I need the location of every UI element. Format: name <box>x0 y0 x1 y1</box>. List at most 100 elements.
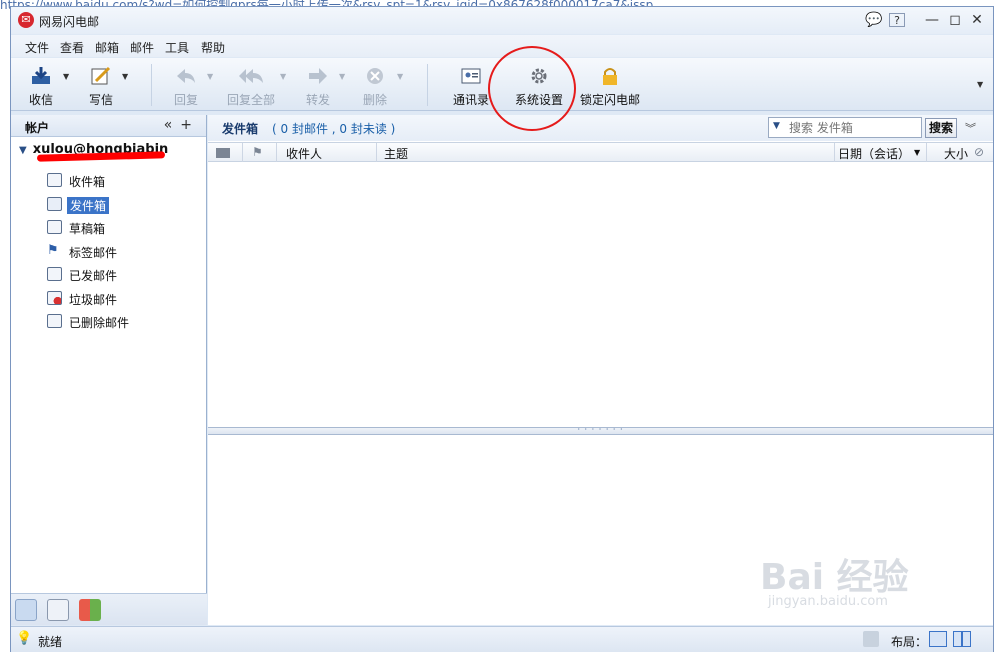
contacts-icon <box>461 68 481 84</box>
column-size[interactable]: 大小 <box>944 145 968 162</box>
sidebar-item-spam[interactable]: 垃圾邮件 <box>47 289 197 309</box>
date-sort-icon[interactable]: ▼ <box>914 148 920 157</box>
drafts-icon <box>47 220 62 234</box>
collapse-icon[interactable]: « <box>164 117 181 133</box>
column-header: ⚑ 收件人 主题 日期（会话） ▼ 大小 ⊘ <box>208 142 993 162</box>
layout-horizontal-icon[interactable] <box>929 631 947 647</box>
notification-icon[interactable]: 💬 <box>863 11 885 29</box>
reply-all-dropdown-icon[interactable]: ▼ <box>280 72 286 81</box>
title-bar: ✉ 网易闪电邮 💬 ? — ◻ ✕ <box>11 7 993 34</box>
delete-button[interactable]: 删除 <box>355 58 395 111</box>
folder-label: 草稿箱 <box>69 222 106 236</box>
sidebar-item-drafts[interactable]: 草稿箱 <box>47 218 197 238</box>
lightbulb-icon: 💡 <box>16 631 33 646</box>
folder-title: 发件箱 <box>222 122 259 136</box>
upload-icon[interactable] <box>863 631 879 647</box>
sidebar-item-sent[interactable]: 已发邮件 <box>47 265 197 285</box>
flag-column-icon[interactable]: ⚑ <box>252 145 263 159</box>
account-sidebar: 帐户 «+ ▼ xulou@hongbjabin 收件箱 发件箱 草稿箱 ⚑ 标签… <box>11 115 207 625</box>
compose-button[interactable]: 写信 <box>81 58 121 111</box>
inbox-icon <box>47 173 62 187</box>
folder-header: 发件箱 ( 0 封邮件 , 0 封未读 ) ▼ 搜索 ︾ <box>208 115 993 141</box>
column-options-icon[interactable]: ⊘ <box>974 145 984 159</box>
reply-all-label: 回复全部 <box>226 93 275 107</box>
column-divider <box>276 143 277 162</box>
sidebar-title: 帐户 <box>25 121 50 135</box>
contacts-button[interactable]: 通讯录 <box>451 58 491 111</box>
delete-dropdown-icon[interactable]: ▼ <box>397 72 403 81</box>
compose-label: 写信 <box>88 93 113 107</box>
column-divider <box>834 143 835 162</box>
reply-all-button[interactable]: 回复全部 <box>223 58 279 111</box>
minimize-button[interactable]: — <box>921 11 943 29</box>
maximize-button[interactable]: ◻ <box>944 11 966 29</box>
reply-all-icon <box>239 69 263 83</box>
compose-icon <box>91 66 111 85</box>
delete-icon <box>367 68 383 84</box>
folder-label: 发件箱 <box>67 197 110 214</box>
status-bar: 💡 就绪 布局： <box>11 626 993 652</box>
sidebar-item-flagged[interactable]: ⚑ 标签邮件 <box>47 242 197 262</box>
search-input[interactable] <box>787 119 917 136</box>
pane-splitter[interactable]: · · · · · · · <box>208 426 993 435</box>
reply-dropdown-icon[interactable]: ▼ <box>207 72 213 81</box>
folder-label: 已删除邮件 <box>69 316 130 330</box>
sidebar-item-trash[interactable]: 已删除邮件 <box>47 312 197 332</box>
menu-mailbox[interactable]: 邮箱 <box>95 39 119 56</box>
spam-icon <box>47 291 62 305</box>
reply-label: 回复 <box>173 93 198 107</box>
compose-dropdown-icon[interactable]: ▼ <box>122 72 128 81</box>
read-status-column-icon[interactable] <box>216 148 230 158</box>
menu-tools[interactable]: 工具 <box>165 39 189 56</box>
menu-file[interactable]: 文件 <box>25 39 49 56</box>
help-icon[interactable]: ? <box>889 13 905 27</box>
column-subject[interactable]: 主题 <box>384 145 408 162</box>
forward-icon <box>309 68 327 84</box>
search-button[interactable]: 搜索 <box>925 118 957 138</box>
sidebar-header: 帐户 «+ <box>11 115 206 137</box>
search-box[interactable]: ▼ <box>768 117 922 138</box>
search-dropdown-icon[interactable]: ▼ <box>773 121 780 131</box>
reply-icon <box>177 69 195 83</box>
folder-label: 收件箱 <box>69 175 106 189</box>
forward-dropdown-icon[interactable]: ▼ <box>339 72 345 81</box>
layout-vertical-icon[interactable] <box>953 631 971 647</box>
sidebar-item-inbox[interactable]: 收件箱 <box>47 171 197 191</box>
toolbar-overflow-icon[interactable]: ▼ <box>977 80 983 89</box>
annotation-circle <box>488 46 576 131</box>
receive-dropdown-icon[interactable]: ▼ <box>63 72 69 81</box>
contacts-label: 通讯录 <box>452 93 489 107</box>
menu-bar: 文件 查看 邮箱 邮件 工具 帮助 <box>11 35 993 57</box>
message-list[interactable] <box>208 163 993 427</box>
forward-button[interactable]: 转发 <box>298 58 338 111</box>
mail-view-icon[interactable] <box>15 599 37 621</box>
receive-button[interactable]: 收信 <box>21 58 61 111</box>
lock-button[interactable]: 锁定闪电邮 <box>579 58 641 111</box>
receive-icon <box>32 67 50 84</box>
sidebar-bottom-bar <box>11 593 207 625</box>
column-recipient[interactable]: 收件人 <box>286 145 322 162</box>
close-button[interactable]: ✕ <box>966 11 988 29</box>
apps-icon[interactable] <box>79 599 101 621</box>
sent-icon <box>47 267 62 281</box>
sidebar-item-outbox[interactable]: 发件箱 <box>47 195 197 215</box>
trash-icon <box>47 314 62 328</box>
column-divider <box>242 143 243 162</box>
app-title: 网易闪电邮 <box>39 15 100 29</box>
add-account-icon[interactable]: + <box>180 117 200 133</box>
menu-view[interactable]: 查看 <box>60 39 84 56</box>
layout-label: 布局： <box>891 635 928 649</box>
reply-button[interactable]: 回复 <box>166 58 206 111</box>
flag-icon: ⚑ <box>47 243 59 258</box>
expand-chevron-icon[interactable]: ︾ <box>965 120 976 136</box>
column-date[interactable]: 日期（会话） <box>838 145 910 162</box>
forward-label: 转发 <box>305 93 330 107</box>
column-divider <box>926 143 927 162</box>
baidu-watermark: Bai 经验 <box>760 557 909 598</box>
menu-help[interactable]: 帮助 <box>201 39 225 56</box>
sidebar-tools: «+ <box>164 117 200 133</box>
menu-mail[interactable]: 邮件 <box>130 39 154 56</box>
expand-triangle-icon[interactable]: ▼ <box>19 145 27 156</box>
folder-label: 已发邮件 <box>69 269 118 283</box>
calendar-icon[interactable] <box>47 599 69 621</box>
